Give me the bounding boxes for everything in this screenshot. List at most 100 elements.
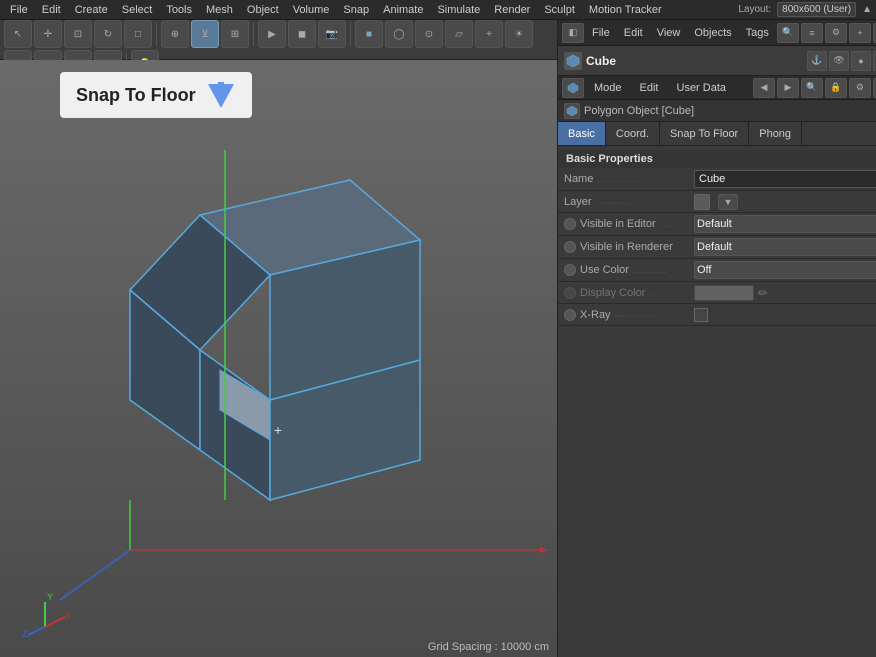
prop-label-visible-editor: Visible in Editor ...: [564, 218, 694, 230]
right-menu-file[interactable]: File: [586, 25, 616, 41]
right-menu-tags[interactable]: Tags: [740, 25, 775, 41]
menu-file[interactable]: File: [4, 2, 34, 18]
tool-live[interactable]: ⊕: [161, 20, 189, 48]
prop-value-display-color[interactable]: ✏: [694, 285, 876, 301]
svg-text:X: X: [66, 611, 70, 621]
use-color-circle[interactable]: [564, 264, 576, 276]
right-icon-layers[interactable]: ≡: [801, 23, 823, 43]
menu-simulate[interactable]: Simulate: [431, 2, 486, 18]
right-menu-objects[interactable]: Objects: [688, 25, 737, 41]
object-icon-row: ⚓ 👁 ● ⊞: [807, 51, 876, 71]
display-color-swatch[interactable]: [694, 285, 754, 301]
toolbar-sep1: [156, 22, 157, 46]
layout-label: Layout:: [738, 4, 771, 15]
mode-arrow-left[interactable]: ◀: [753, 78, 775, 98]
tool-sphere[interactable]: ◯: [385, 20, 413, 48]
tab-coord[interactable]: Coord.: [606, 122, 660, 145]
tab-phong[interactable]: Phong: [749, 122, 802, 145]
menu-motiontracker[interactable]: Motion Tracker: [583, 2, 668, 18]
userdata-button[interactable]: User Data: [669, 80, 735, 96]
menu-create[interactable]: Create: [69, 2, 114, 18]
layer-select-btn[interactable]: ▼: [718, 194, 738, 210]
svg-text:+: +: [274, 422, 282, 438]
tool-light[interactable]: ☀: [505, 20, 533, 48]
display-color-circle[interactable]: [564, 287, 576, 299]
menu-select[interactable]: Select: [116, 2, 159, 18]
prop-value-visible-renderer[interactable]: Default ▼: [694, 238, 876, 256]
tab-basic[interactable]: Basic: [558, 122, 606, 145]
tool-move[interactable]: ✛: [34, 20, 62, 48]
xray-circle[interactable]: [564, 309, 576, 321]
visible-editor-select[interactable]: Default ▼: [694, 215, 876, 233]
prop-value-visible-editor[interactable]: Default ▼: [694, 215, 876, 233]
mode-settings[interactable]: ⚙: [849, 78, 871, 98]
mode-icon: [562, 78, 584, 98]
tool-cam[interactable]: 📷: [318, 20, 346, 48]
tool-plane[interactable]: ▱: [445, 20, 473, 48]
expand-icon[interactable]: ▲: [862, 4, 872, 15]
top-bar: File Edit Create Select Tools Mesh Objec…: [0, 0, 876, 20]
visible-renderer-circle[interactable]: [564, 241, 576, 253]
prop-label-layer: Layer ...........: [564, 196, 694, 208]
prop-row-visible-renderer: Visible in Renderer . Default ▼: [558, 236, 876, 259]
right-expand-icon[interactable]: ◧: [562, 23, 584, 43]
menu-mesh[interactable]: Mesh: [200, 2, 239, 18]
layer-button[interactable]: [694, 194, 710, 210]
layout-select[interactable]: 800x600 (User): [777, 2, 856, 17]
mode-lock[interactable]: 🔒: [825, 78, 847, 98]
mode-button[interactable]: Mode: [586, 80, 630, 96]
xray-checkbox[interactable]: [694, 308, 708, 322]
menu-tools[interactable]: Tools: [160, 2, 198, 18]
right-icon-settings[interactable]: ⚙: [825, 23, 847, 43]
tool-render[interactable]: ▶: [258, 20, 286, 48]
viewport-canvas[interactable]: Pre Render ⊕ ⊙ ↕: [0, 60, 557, 657]
menu-object[interactable]: Object: [241, 2, 285, 18]
right-menu-view[interactable]: View: [651, 25, 687, 41]
menu-volume[interactable]: Volume: [287, 2, 336, 18]
tool-anim[interactable]: ◼: [288, 20, 316, 48]
viewport-scene: +: [0, 60, 557, 657]
poly-label: Polygon Object [Cube]: [558, 100, 876, 122]
prop-row-xray: X-Ray ...........: [558, 304, 876, 326]
prop-value-use-color[interactable]: Off ▼: [694, 261, 876, 279]
tab-snaptofloor[interactable]: Snap To Floor: [660, 122, 749, 145]
menu-animate[interactable]: Animate: [377, 2, 429, 18]
edit-button[interactable]: Edit: [632, 80, 667, 96]
svg-text:Y: Y: [47, 592, 53, 602]
visible-editor-circle[interactable]: [564, 218, 576, 230]
pencil-icon[interactable]: ✏: [758, 286, 768, 300]
right-icon-search[interactable]: 🔍: [777, 23, 799, 43]
tool-cylinder[interactable]: ⊙: [415, 20, 443, 48]
mode-arrow-right[interactable]: ▶: [777, 78, 799, 98]
tool-rotate[interactable]: ↻: [94, 20, 122, 48]
right-menu-edit[interactable]: Edit: [618, 25, 649, 41]
prop-row-display-color: Display Color ... ✏: [558, 282, 876, 304]
prop-value-layer[interactable]: ▼: [694, 194, 876, 210]
viewport-panel: ↖ ✛ ⊡ ↻ □ ⊕ ⊻ ⊞ ▶ ◼ 📷 ■ ◯ ⊙ ▱ + ☀ ⊙ ◈ ≋ …: [0, 20, 557, 657]
right-panel: ◧ File Edit View Objects Tags 🔍 ≡ ⚙ + − …: [557, 20, 876, 657]
prop-value-name[interactable]: [694, 170, 876, 188]
tool-cube-prim[interactable]: ■: [355, 20, 383, 48]
name-input[interactable]: [694, 170, 876, 188]
obj-icon-eye[interactable]: 👁: [829, 51, 849, 71]
prop-value-xray[interactable]: [694, 308, 876, 322]
use-color-select[interactable]: Off ▼: [694, 261, 876, 279]
tool-scale[interactable]: ⊡: [64, 20, 92, 48]
tool-object[interactable]: □: [124, 20, 152, 48]
visible-renderer-select[interactable]: Default ▼: [694, 238, 876, 256]
tool-null[interactable]: +: [475, 20, 503, 48]
snap-tooltip: Snap To Floor: [60, 72, 252, 118]
obj-icon-anchor[interactable]: ⚓: [807, 51, 827, 71]
tool-snap[interactable]: ⊻: [191, 20, 219, 48]
tool-arrow[interactable]: ↖: [4, 20, 32, 48]
menu-edit[interactable]: Edit: [36, 2, 67, 18]
obj-icon-dot[interactable]: ●: [851, 51, 871, 71]
right-icon-add[interactable]: +: [849, 23, 871, 43]
mode-search[interactable]: 🔍: [801, 78, 823, 98]
menu-sculpt[interactable]: Sculpt: [538, 2, 581, 18]
svg-text:Z: Z: [22, 629, 28, 637]
tool-grid[interactable]: ⊞: [221, 20, 249, 48]
menu-render[interactable]: Render: [488, 2, 536, 18]
menu-snap[interactable]: Snap: [337, 2, 375, 18]
axis-indicator: Y X Z: [20, 587, 70, 637]
